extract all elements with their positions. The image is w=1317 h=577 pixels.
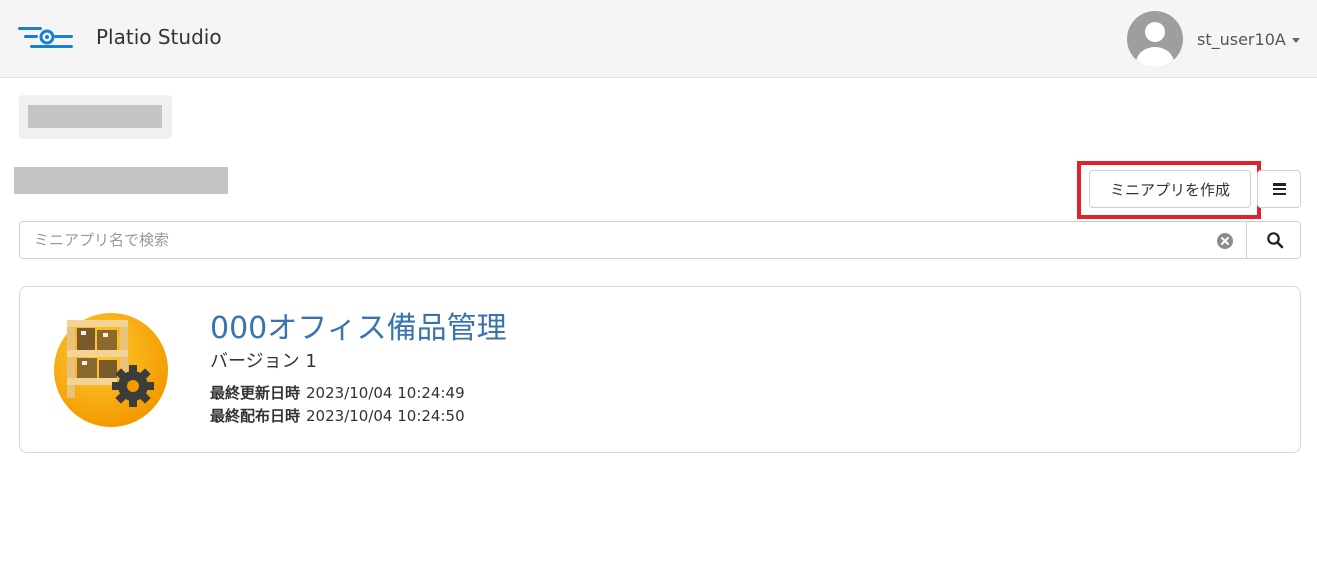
app-title[interactable]: Platio Studio xyxy=(96,24,222,50)
search-input[interactable] xyxy=(20,222,1210,258)
platio-logo-icon[interactable] xyxy=(18,24,74,52)
last-published-label: 最終配布日時 xyxy=(210,407,301,425)
search-bar xyxy=(19,221,1301,259)
avatar-person-icon xyxy=(1136,22,1174,67)
shelf-gear-icon xyxy=(54,313,168,427)
last-updated-label: 最終更新日時 xyxy=(210,384,301,402)
app-card[interactable]: 000オフィス備品管理 バージョン 1 最終更新日時 2023/10/04 10:… xyxy=(19,286,1301,453)
create-mini-app-button[interactable]: ミニアプリを作成 xyxy=(1089,170,1251,208)
last-updated-row: 最終更新日時 2023/10/04 10:24:49 xyxy=(210,383,465,403)
search-button[interactable] xyxy=(1246,221,1302,259)
last-published-value: 2023/10/04 10:24:50 xyxy=(306,407,465,425)
search-icon xyxy=(1266,232,1283,249)
user-name: st_user10A xyxy=(1197,29,1286,49)
last-updated-value: 2023/10/04 10:24:49 xyxy=(306,384,465,402)
app-name-link[interactable]: 000オフィス備品管理 xyxy=(210,309,507,349)
top-navbar: Platio Studio st_user10A xyxy=(0,0,1317,78)
caret-down-icon xyxy=(1291,37,1300,43)
page-title-redacted xyxy=(14,167,228,194)
user-menu-dropdown[interactable]: st_user10A xyxy=(1197,28,1300,50)
menu-button[interactable] xyxy=(1257,170,1301,208)
clear-icon[interactable] xyxy=(1217,233,1233,249)
hamburger-icon xyxy=(1272,183,1286,195)
breadcrumb[interactable] xyxy=(19,95,172,139)
redacted-text xyxy=(28,105,162,128)
last-published-row: 最終配布日時 2023/10/04 10:24:50 xyxy=(210,406,465,426)
user-avatar[interactable] xyxy=(1127,11,1183,67)
app-version: バージョン 1 xyxy=(210,351,317,372)
